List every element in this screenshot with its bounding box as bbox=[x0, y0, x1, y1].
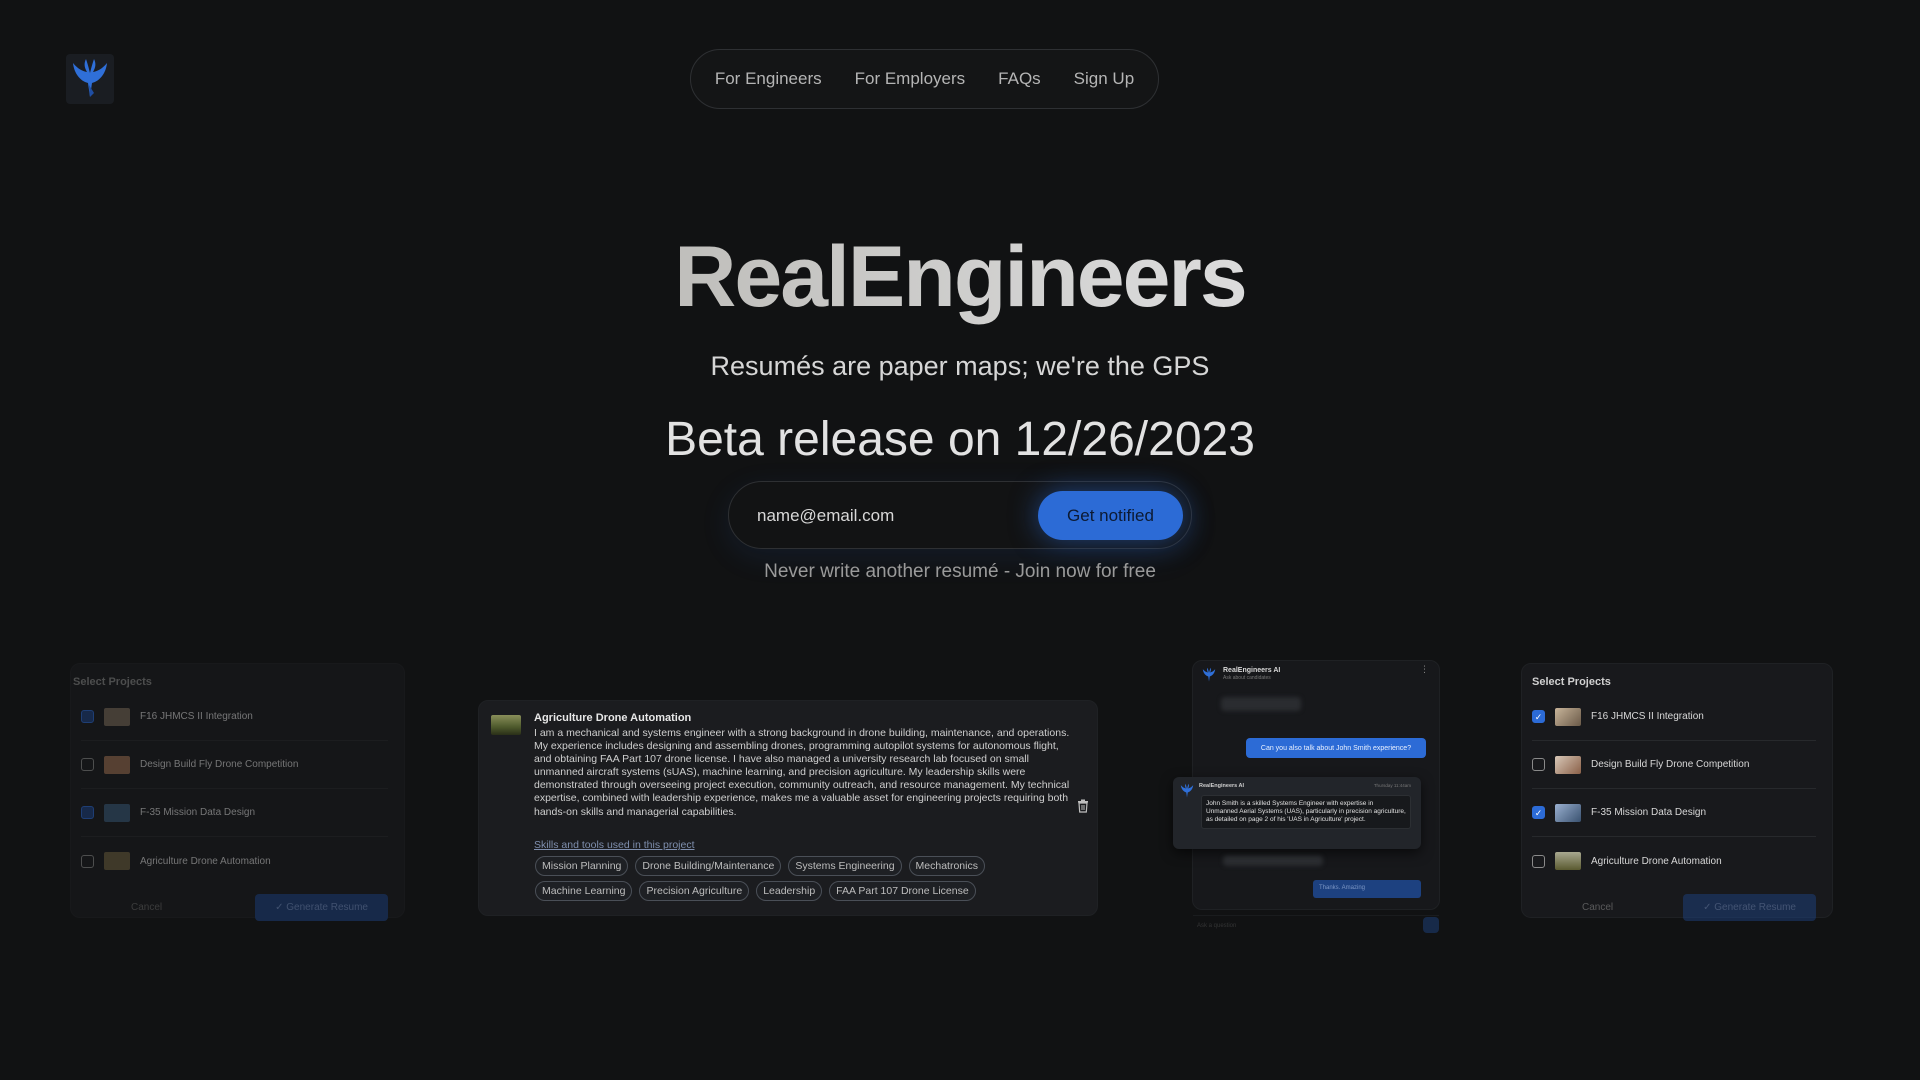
skill-tag[interactable]: Drone Building/Maintenance bbox=[635, 856, 782, 876]
checkbox[interactable] bbox=[81, 710, 94, 723]
project-name: F16 JHMCS II Integration bbox=[1591, 711, 1704, 722]
project-row[interactable]: Design Build Fly Drone Competition bbox=[1532, 741, 1816, 789]
send-icon[interactable] bbox=[1423, 917, 1439, 933]
project-name: F-35 Mission Data Design bbox=[140, 807, 256, 818]
hero-title: RealEngineers bbox=[0, 228, 1920, 327]
project-name: Design Build Fly Drone Competition bbox=[1591, 759, 1750, 770]
chat-input[interactable]: Ask a question bbox=[1193, 915, 1439, 935]
project-thumbnail bbox=[104, 803, 130, 822]
project-row[interactable]: Agriculture Drone Automation bbox=[81, 837, 388, 885]
more-menu-icon[interactable]: ⋮ bbox=[1420, 664, 1429, 675]
trash-icon[interactable] bbox=[1077, 799, 1089, 816]
nav-faqs[interactable]: FAQs bbox=[998, 69, 1041, 89]
nav-for-engineers[interactable]: For Engineers bbox=[715, 69, 822, 89]
project-thumbnail bbox=[1555, 852, 1581, 870]
project-name: Agriculture Drone Automation bbox=[140, 855, 271, 867]
project-thumbnail bbox=[104, 852, 130, 870]
project-thumbnail bbox=[1555, 755, 1581, 774]
skill-tag[interactable]: Machine Learning bbox=[535, 881, 633, 901]
ai-chat-panel: RealEngineers AI Ask about candidates ⋮ … bbox=[1173, 660, 1440, 933]
phoenix-logo-icon bbox=[1201, 667, 1217, 688]
panel-actions: Cancel ✓ Generate Resume bbox=[81, 893, 388, 921]
checkbox[interactable] bbox=[81, 758, 94, 771]
nav-for-employers[interactable]: For Employers bbox=[855, 69, 966, 89]
project-row[interactable]: ✓ F16 JHMCS II Integration bbox=[1532, 693, 1816, 741]
project-thumbnail bbox=[491, 715, 521, 735]
nav-sign-up[interactable]: Sign Up bbox=[1074, 69, 1134, 89]
phoenix-logo-icon[interactable] bbox=[66, 54, 114, 104]
checkbox-checked[interactable]: ✓ bbox=[1532, 806, 1545, 819]
email-input[interactable] bbox=[757, 502, 1027, 530]
checkbox-checked[interactable]: ✓ bbox=[1532, 710, 1545, 723]
ai-message-timestamp: Thursday 11:44am bbox=[1373, 783, 1411, 788]
ai-response-card: RealEngineers AI Thursday 11:44am John S… bbox=[1173, 777, 1421, 849]
skill-tag[interactable]: Precision Agriculture bbox=[639, 881, 750, 901]
generate-resume-button[interactable]: ✓ Generate Resume bbox=[255, 893, 388, 921]
project-row[interactable]: F16 JHMCS II Integration bbox=[81, 693, 388, 741]
project-row[interactable]: Design Build Fly Drone Competition bbox=[81, 741, 388, 789]
project-name: Agriculture Drone Automation bbox=[1591, 855, 1722, 867]
project-name: F-35 Mission Data Design bbox=[1591, 807, 1707, 818]
blurred-message bbox=[1221, 697, 1301, 711]
project-row[interactable]: Agriculture Drone Automation bbox=[1532, 837, 1816, 885]
select-projects-panel-left: Select Projects F16 JHMCS II Integration… bbox=[70, 663, 405, 921]
project-thumbnail bbox=[1555, 707, 1581, 726]
hero-tagline: Never write another resumé - Join now fo… bbox=[764, 561, 1156, 582]
checkbox[interactable] bbox=[1532, 758, 1545, 771]
project-detail-card: Agriculture Drone Automation I am a mech… bbox=[478, 700, 1098, 916]
user-message: Can you also talk about John Smith exper… bbox=[1246, 738, 1426, 758]
ai-sender-name: RealEngineers AI bbox=[1199, 783, 1245, 789]
project-title: Agriculture Drone Automation bbox=[534, 712, 692, 724]
checkbox[interactable] bbox=[81, 854, 94, 868]
skill-tag[interactable]: Mission Planning bbox=[535, 856, 629, 876]
phoenix-logo-icon bbox=[1179, 783, 1195, 804]
panel-title: Select Projects bbox=[73, 676, 152, 688]
skill-tag[interactable]: Leadership bbox=[756, 881, 823, 901]
beta-release-date: Beta release on 12/26/2023 bbox=[665, 413, 1255, 466]
project-name: F16 JHMCS II Integration bbox=[140, 711, 253, 722]
generate-resume-button[interactable]: ✓ Generate Resume bbox=[1683, 893, 1816, 921]
project-thumbnail bbox=[104, 755, 130, 774]
project-row[interactable]: ✓ F-35 Mission Data Design bbox=[1532, 789, 1816, 837]
skill-tag[interactable]: FAA Part 107 Drone License bbox=[829, 881, 976, 901]
cancel-button[interactable]: Cancel bbox=[1582, 902, 1613, 913]
signup-form: Get notified bbox=[728, 481, 1192, 549]
project-thumbnail bbox=[1555, 803, 1581, 822]
cancel-button[interactable]: Cancel bbox=[131, 902, 162, 913]
hero-subtitle: Resumés are paper maps; we're the GPS bbox=[710, 351, 1210, 381]
project-thumbnail bbox=[104, 707, 130, 726]
project-description: I am a mechanical and systems engineer w… bbox=[534, 727, 1070, 818]
project-row[interactable]: F-35 Mission Data Design bbox=[81, 789, 388, 837]
chat-agent-name: RealEngineers AI bbox=[1223, 667, 1281, 674]
skill-tag[interactable]: Mechatronics bbox=[908, 856, 985, 876]
panel-title: Select Projects bbox=[1532, 676, 1611, 688]
skill-tag[interactable]: Systems Engineering bbox=[788, 856, 902, 876]
project-name: Design Build Fly Drone Competition bbox=[140, 759, 299, 770]
checkbox[interactable] bbox=[81, 806, 94, 819]
ai-message-text: John Smith is a skilled Systems Engineer… bbox=[1201, 795, 1411, 829]
blurred-message bbox=[1223, 856, 1323, 866]
skill-tags: Mission Planning Drone Building/Maintena… bbox=[535, 856, 1035, 901]
panel-actions: Cancel ✓ Generate Resume bbox=[1532, 893, 1816, 921]
get-notified-button[interactable]: Get notified bbox=[1038, 491, 1183, 540]
checkbox[interactable] bbox=[1532, 854, 1545, 868]
user-reply: Thanks. Amazing bbox=[1313, 880, 1421, 898]
skills-link[interactable]: Skills and tools used in this project bbox=[534, 839, 695, 851]
select-projects-panel-right: Select Projects ✓ F16 JHMCS II Integrati… bbox=[1521, 663, 1833, 921]
top-nav: For Engineers For Employers FAQs Sign Up bbox=[690, 49, 1159, 109]
chat-agent-subtitle: Ask about candidates bbox=[1223, 675, 1271, 681]
